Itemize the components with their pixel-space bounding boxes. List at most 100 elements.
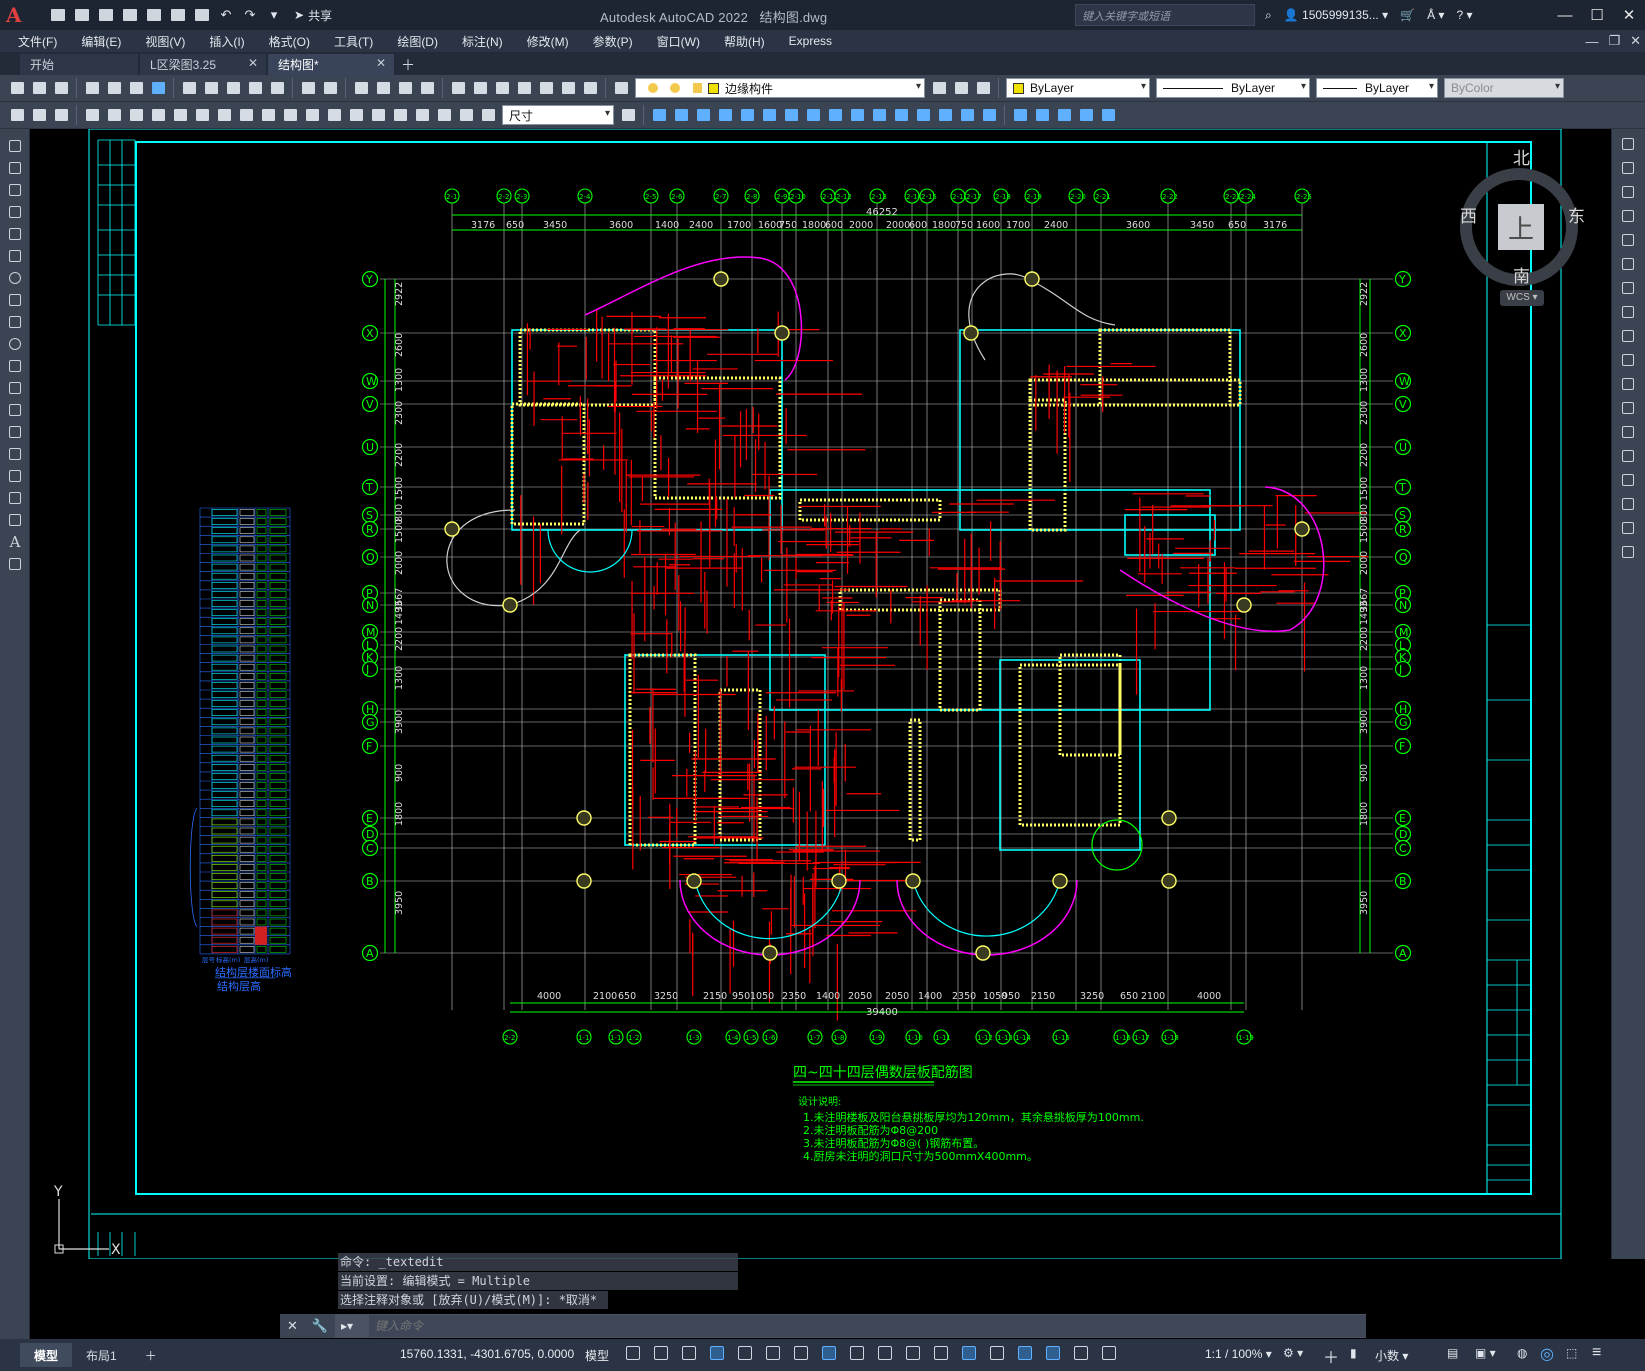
- plotstyle-dropdown[interactable]: ByColor ▾: [1444, 78, 1564, 98]
- menu-express[interactable]: Express: [789, 34, 832, 48]
- drawing-canvas[interactable]: 2-1 2-2 2-3 2-4 2-5 2-6 2-7 2-8 2-9 2-10 2-11 2-12 2…: [31, 129, 1611, 1259]
- angular-dim-icon[interactable]: [237, 106, 255, 124]
- open-web-icon[interactable]: [144, 5, 164, 25]
- array-icon[interactable]: [1619, 231, 1637, 249]
- web-icon[interactable]: [149, 79, 167, 97]
- new-tab-button[interactable]: ＋: [396, 54, 420, 75]
- mirror-icon[interactable]: [694, 106, 712, 124]
- jogged-linear-icon[interactable]: [413, 106, 431, 124]
- gradient-icon[interactable]: [6, 467, 24, 485]
- autodesk-app-icon[interactable]: Å ▾: [1427, 8, 1444, 22]
- user-account[interactable]: 👤 1505999135... ▾: [1284, 8, 1388, 22]
- copy-icon[interactable]: [202, 79, 220, 97]
- break-icon[interactable]: [892, 106, 910, 124]
- mirror-icon[interactable]: [1619, 183, 1637, 201]
- hardware-acceleration-icon[interactable]: ◎: [1540, 1344, 1554, 1364]
- cut-icon[interactable]: [180, 79, 198, 97]
- extend-icon[interactable]: [870, 106, 888, 124]
- object-snap-icon[interactable]: [820, 1344, 838, 1362]
- new-file-icon[interactable]: [48, 5, 68, 25]
- tab-start[interactable]: 开始: [20, 54, 138, 75]
- lineweight-icon[interactable]: [848, 1344, 866, 1362]
- trim-icon[interactable]: [1619, 351, 1637, 369]
- doc-close-icon[interactable]: ✕: [1630, 33, 1641, 49]
- spline-icon[interactable]: [6, 313, 24, 331]
- coordinate-display[interactable]: 15760.1331, -4301.6705, 0.0000: [400, 1347, 574, 1361]
- plot-icon[interactable]: [192, 5, 212, 25]
- offset-icon[interactable]: [716, 106, 734, 124]
- menu-tools[interactable]: 工具(T): [334, 33, 373, 50]
- jogged-dim-icon[interactable]: [193, 106, 211, 124]
- offset-icon[interactable]: [1619, 207, 1637, 225]
- tolerance-icon[interactable]: [347, 106, 365, 124]
- transparency-icon[interactable]: [876, 1344, 894, 1362]
- zoom-previous-icon[interactable]: [418, 79, 436, 97]
- menu-edit[interactable]: 编辑(E): [81, 33, 121, 50]
- compass-west[interactable]: 西: [1460, 202, 1477, 227]
- continue-dim-icon[interactable]: [303, 106, 321, 124]
- hatch-icon[interactable]: [6, 445, 24, 463]
- menu-window[interactable]: 窗口(W): [657, 33, 700, 50]
- tab-model[interactable]: 模型: [20, 1343, 73, 1367]
- menu-dimension[interactable]: 标注(N): [462, 33, 503, 50]
- command-prompt-icon[interactable]: ▸▾: [335, 1319, 369, 1333]
- explode-icon[interactable]: [1619, 543, 1637, 561]
- chamfer-icon[interactable]: [1619, 471, 1637, 489]
- add-selected-icon[interactable]: [6, 555, 24, 573]
- move-icon[interactable]: [1619, 255, 1637, 273]
- sheet-set-icon[interactable]: [515, 79, 533, 97]
- insert-block-icon[interactable]: [6, 379, 24, 397]
- selection-filter-icon[interactable]: [988, 1344, 1006, 1362]
- fillet-icon[interactable]: [1619, 495, 1637, 513]
- polar-icon[interactable]: [736, 1344, 754, 1362]
- customize-icon[interactable]: 🔧: [312, 1318, 328, 1334]
- undo-icon[interactable]: ↶: [216, 5, 236, 25]
- inspection-icon[interactable]: [391, 106, 409, 124]
- save-web-icon[interactable]: [168, 5, 188, 25]
- menu-file[interactable]: 文件(F): [18, 33, 57, 50]
- erase-icon[interactable]: [650, 106, 668, 124]
- help-icon[interactable]: ? ▾: [1456, 8, 1472, 22]
- design-center-icon[interactable]: [471, 79, 489, 97]
- add-layout-button[interactable]: ＋: [131, 1343, 171, 1367]
- add-icon[interactable]: ＋: [1323, 1344, 1339, 1368]
- baseline-dim-icon[interactable]: [281, 106, 299, 124]
- copy-object-icon[interactable]: [672, 106, 690, 124]
- menu-view[interactable]: 视图(V): [145, 33, 185, 50]
- array-icon[interactable]: [738, 106, 756, 124]
- compass-east[interactable]: 东: [1568, 202, 1585, 227]
- isolate-objects-icon[interactable]: ◍: [1517, 1346, 1527, 1360]
- chamfer-icon[interactable]: [936, 106, 954, 124]
- scale-icon[interactable]: [804, 106, 822, 124]
- units-icon[interactable]: ▮: [1350, 1346, 1357, 1360]
- properties-icon[interactable]: [449, 79, 467, 97]
- join-icon[interactable]: [914, 106, 932, 124]
- bring-front-icon[interactable]: [1033, 106, 1051, 124]
- close-icon[interactable]: ✕: [1613, 0, 1645, 30]
- clean-screen-icon[interactable]: ⬚: [1566, 1346, 1577, 1360]
- arc-length-dim-icon[interactable]: [127, 106, 145, 124]
- tab-beam-drawing[interactable]: L区梁图3.25 ✕: [140, 54, 266, 75]
- doc-restore-icon[interactable]: ❐: [1608, 33, 1620, 49]
- revision-cloud-icon[interactable]: [6, 291, 24, 309]
- dim-update-icon[interactable]: [479, 106, 497, 124]
- dynamic-ucs-icon[interactable]: [960, 1344, 978, 1362]
- auto-scale-icon[interactable]: [1072, 1344, 1090, 1362]
- make-block-icon[interactable]: [6, 401, 24, 419]
- extend-icon[interactable]: [1619, 375, 1637, 393]
- arc-icon[interactable]: [6, 247, 24, 265]
- zoom-window-icon[interactable]: [396, 79, 414, 97]
- dim-style-icon[interactable]: [619, 106, 637, 124]
- dim-space-icon[interactable]: [325, 106, 343, 124]
- calculator-icon[interactable]: [559, 79, 577, 97]
- annotation-scale-icon[interactable]: [1100, 1344, 1118, 1362]
- save-icon[interactable]: [96, 5, 116, 25]
- compass-south[interactable]: 南: [1513, 262, 1530, 287]
- 3d-osnap-icon[interactable]: [932, 1344, 950, 1362]
- circle-icon[interactable]: [6, 269, 24, 287]
- share-button[interactable]: ➤ 共享: [294, 7, 332, 24]
- model-space-toggle[interactable]: 模型: [585, 1347, 609, 1364]
- maximize-icon[interactable]: ☐: [1581, 0, 1613, 30]
- quick-dim-icon[interactable]: [259, 106, 277, 124]
- center-mark-icon[interactable]: [369, 106, 387, 124]
